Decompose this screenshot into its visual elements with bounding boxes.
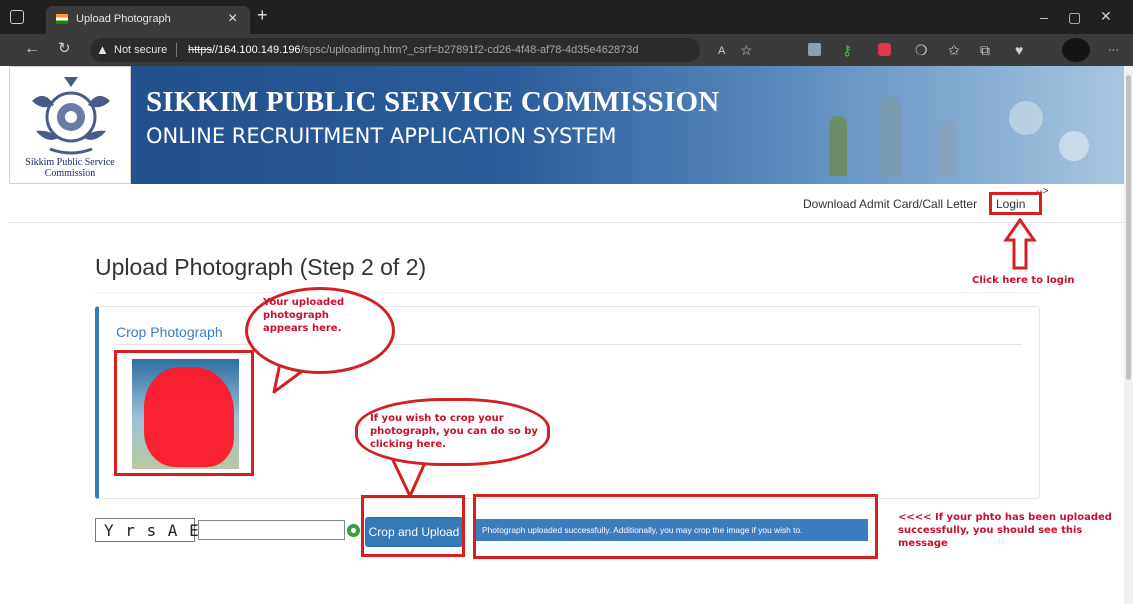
collections-icon[interactable]: ⧉ <box>980 43 990 57</box>
scrollbar-thumb[interactable] <box>1126 75 1131 380</box>
success-highlight-box <box>473 494 878 559</box>
browser-tab[interactable]: Upload Photograph × <box>46 6 250 34</box>
refresh-icon[interactable]: ↻ <box>58 41 71 56</box>
back-arrow-icon[interactable]: ← <box>24 41 40 57</box>
tab-title: Upload Photograph <box>76 13 171 25</box>
captcha-input[interactable] <box>198 520 345 540</box>
banner-title: SIKKIM PUBLIC SERVICE COMMISSION <box>146 86 720 118</box>
login-hint-text: Click here to login <box>972 275 1075 286</box>
emblem-panel: Sikkim Public Service Commission <box>9 66 131 184</box>
emblem-caption: Sikkim Public Service Commission <box>25 157 115 179</box>
menu-dots-icon[interactable]: ··· <box>1108 44 1119 56</box>
favicon-flag-icon <box>56 14 68 24</box>
url-host: //164.100.149.196 <box>211 44 301 56</box>
close-window-icon[interactable]: ✕ <box>1100 9 1112 23</box>
security-label[interactable]: Not secure <box>114 44 167 56</box>
favorite-add-icon[interactable]: ☆ <box>740 43 753 57</box>
nav-divider <box>9 222 1124 223</box>
address-field[interactable]: ▲ Not secure https//164.100.149.196/spsc… <box>90 38 700 62</box>
url-text[interactable]: https//164.100.149.196/spsc/uploadimg.ht… <box>188 44 638 56</box>
success-hint-text: <<<< If your phto has been uploaded succ… <box>898 512 1112 549</box>
extension-icon[interactable] <box>808 43 821 56</box>
crop-heading: Crop Photograph <box>116 324 223 340</box>
heart-icon[interactable]: ♥ <box>1015 43 1023 57</box>
pocket-icon[interactable] <box>878 43 891 56</box>
captcha-refresh-icon[interactable] <box>347 524 360 537</box>
crop-button-highlight-box <box>361 495 465 557</box>
captcha-text: Y r s A E <box>104 521 200 540</box>
banner-decoration <box>799 86 1119 184</box>
tab-actions-icon[interactable] <box>10 10 24 24</box>
restore-icon[interactable]: ▢ <box>1068 10 1081 24</box>
page-title: Upload Photograph (Step 2 of 2) <box>95 254 427 280</box>
state-emblem-icon <box>32 77 110 155</box>
tab-close-icon[interactable]: × <box>228 10 237 28</box>
site-banner: Sikkim Public Service Commission SIKKIM … <box>9 66 1124 184</box>
extensions-icon[interactable]: ❍ <box>915 43 928 57</box>
warning-icon: ▲ <box>96 42 109 57</box>
url-scheme: https <box>188 44 212 56</box>
photo-highlight-box <box>114 350 254 476</box>
key-icon[interactable]: ⚷ <box>842 43 852 57</box>
profile-avatar[interactable] <box>1062 38 1090 62</box>
captcha-image: Y r s A E <box>95 518 199 542</box>
minimize-icon[interactable]: – <box>1040 10 1048 24</box>
url-path: /spsc/uploadimg.htm?_csrf=b27891f2-cd26-… <box>300 44 639 56</box>
up-arrow-annotation-icon <box>1003 218 1037 270</box>
address-divider <box>176 43 177 57</box>
read-aloud-icon[interactable]: A <box>718 44 725 58</box>
favorites-icon[interactable]: ✩ <box>948 43 960 57</box>
login-highlight-box <box>989 192 1042 215</box>
banner-subtitle: ONLINE RECRUITMENT APPLICATION SYSTEM <box>146 124 617 148</box>
photo-bubble-text: Your uploaded photograph appears here. <box>263 297 345 334</box>
admit-card-link[interactable]: Download Admit Card/Call Letter <box>803 197 977 211</box>
new-tab-button[interactable]: + <box>257 5 268 26</box>
title-divider <box>95 292 1040 293</box>
crop-bubble-text: If you wish to crop your photograph, you… <box>370 413 538 450</box>
